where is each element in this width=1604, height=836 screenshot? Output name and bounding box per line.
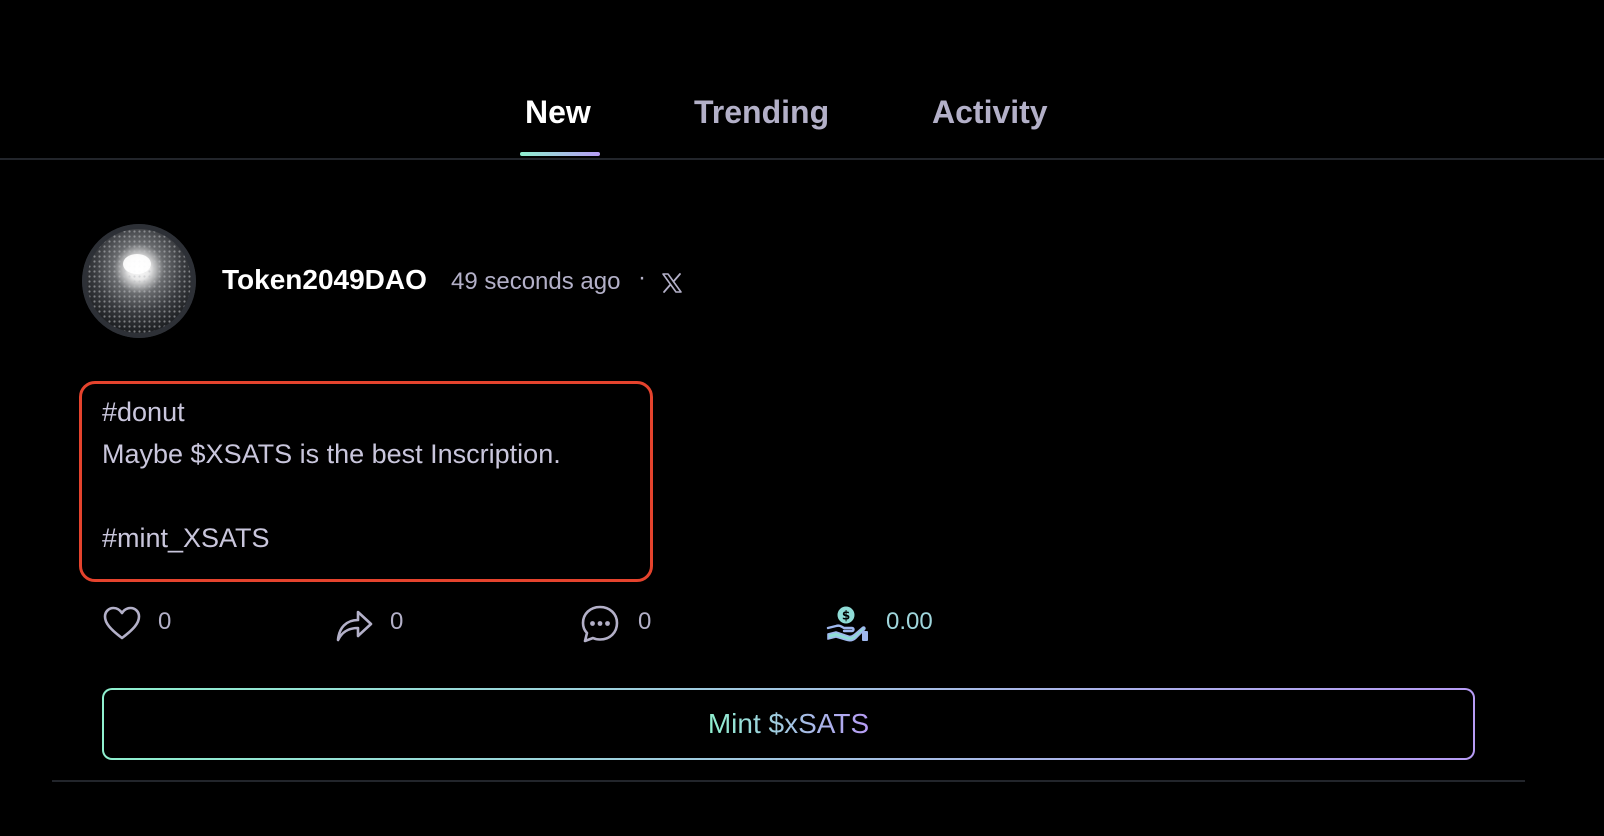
- post-text-line: Maybe $XSATS is the best Inscription.: [102, 439, 561, 469]
- share-button[interactable]: [334, 604, 376, 644]
- share-icon: [336, 610, 373, 642]
- comment-count: 0: [638, 608, 652, 635]
- avatar-image: [82, 224, 196, 338]
- avatar[interactable]: [82, 224, 196, 338]
- post-text-line: #mint_XSATS: [102, 523, 270, 553]
- mint-button[interactable]: Mint $xSATS: [102, 688, 1475, 760]
- post-divider: [52, 780, 1525, 782]
- feed-page: New Trending Activity Token2049DAO 49 se…: [0, 0, 1604, 836]
- svg-text:$: $: [842, 609, 850, 623]
- post-text-line: #donut: [102, 397, 185, 427]
- share-count: 0: [390, 608, 404, 635]
- heart-icon: [103, 606, 141, 640]
- active-tab-indicator: [520, 152, 600, 156]
- tab-activity[interactable]: Activity: [932, 96, 1048, 128]
- comment-button[interactable]: [580, 604, 622, 644]
- post-timestamp: 49 seconds ago: [451, 268, 621, 295]
- author-name[interactable]: Token2049DAO: [222, 266, 427, 294]
- mint-button-inner: Mint $xSATS: [104, 690, 1473, 758]
- tab-trending[interactable]: Trending: [694, 96, 829, 128]
- mint-button-label: Mint $xSATS: [707, 708, 870, 739]
- like-count: 0: [158, 608, 172, 635]
- comment-icon: [581, 605, 619, 643]
- like-button[interactable]: [102, 604, 144, 644]
- tip-amount: 0.00: [886, 608, 933, 635]
- tab-new[interactable]: New: [525, 96, 591, 128]
- x-logo-icon[interactable]: [661, 272, 683, 294]
- separator-dot: ·: [638, 264, 646, 291]
- feed-tabs: New Trending Activity: [0, 0, 1604, 160]
- money-hand-icon: $: [826, 606, 868, 642]
- tip-button[interactable]: $: [826, 604, 870, 644]
